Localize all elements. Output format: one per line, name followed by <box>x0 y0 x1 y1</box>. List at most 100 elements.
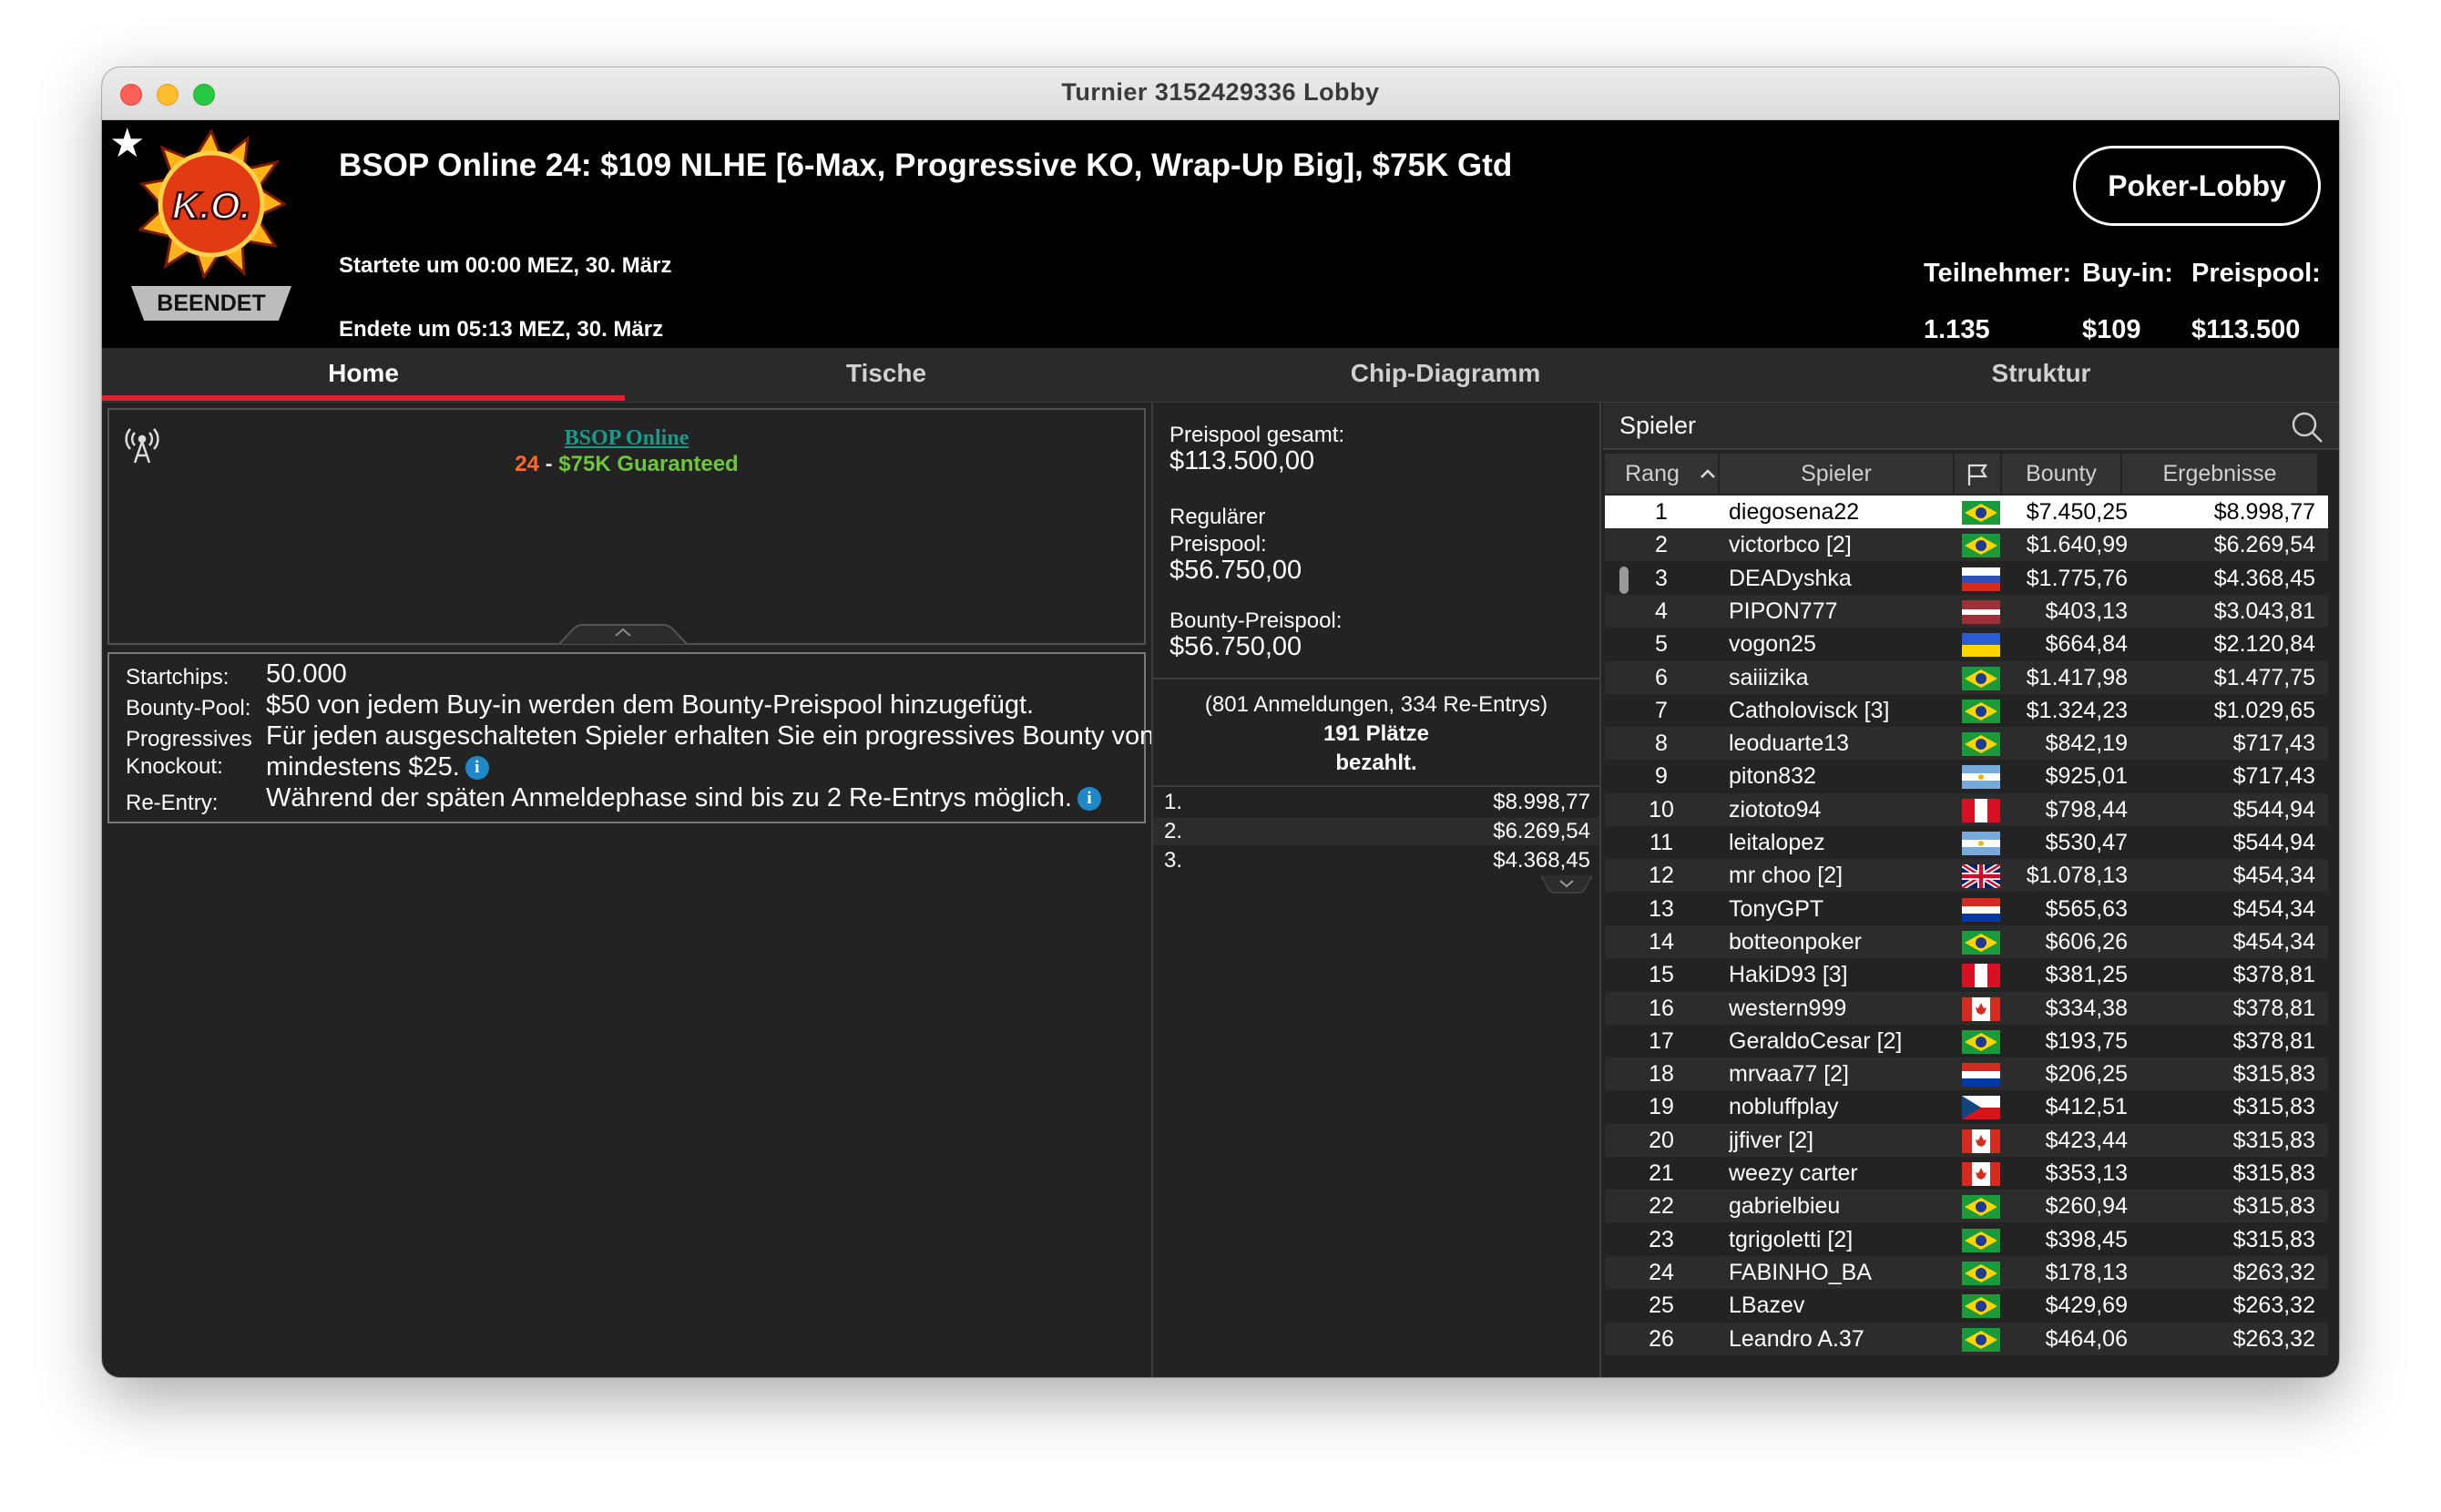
flag-column-header[interactable] <box>1955 454 2000 494</box>
promo-link[interactable]: BSOP Online <box>109 426 1144 451</box>
promo-panel: BSOP Online 24 - $75K Guaranteed <box>107 408 1146 645</box>
rank-cell: 14 <box>1649 928 1674 955</box>
table-row[interactable]: 22 gabrielbieu $260,94 $315,83 <box>1605 1190 2328 1223</box>
bounty-cell: $206,25 <box>2045 1061 2128 1088</box>
table-row[interactable]: 19 nobluffplay $412,51 $315,83 <box>1605 1090 2328 1123</box>
table-row[interactable]: 14 botteonpoker $606,26 $454,34 <box>1605 925 2328 958</box>
table-row[interactable]: 12 mr choo [2] $1.078,13 $454,34 <box>1605 859 2328 893</box>
table-row[interactable]: 8 leoduarte13 $842,19 $717,43 <box>1605 727 2328 761</box>
players-header: Spieler <box>1603 403 2339 450</box>
country-flag-icon <box>1962 897 2000 922</box>
regular-prizepool-value: $56.750,00 <box>1169 556 1302 585</box>
rank-cell: 6 <box>1655 664 1668 690</box>
tab-home[interactable]: Home <box>102 348 625 403</box>
buyin-value: $109 <box>2082 315 2141 344</box>
table-row[interactable]: 5 vogon25 $664,84 $2.120,84 <box>1605 628 2328 660</box>
bounty-cell: $398,45 <box>2045 1226 2128 1252</box>
bounty-column-header[interactable]: Bounty <box>2002 454 2120 494</box>
table-row[interactable]: 6 saiiizika $1.417,98 $1.477,75 <box>1605 660 2328 694</box>
table-row[interactable]: 18 mrvaa77 [2] $206,25 $315,83 <box>1605 1057 2328 1091</box>
title-bar: Turnier 3152429336 Lobby <box>102 67 2339 120</box>
table-row[interactable]: 10 ziototo94 $798,44 $544,94 <box>1605 792 2328 826</box>
rank-cell: 5 <box>1655 631 1668 658</box>
table-row[interactable]: 2 victorbco [2] $1.640,99 $6.269,54 <box>1605 528 2328 562</box>
payout-place: 2. <box>1164 819 1183 843</box>
entries-line-3: bezahlt. <box>1335 751 1417 775</box>
promo-guarantee: 24 - $75K Guaranteed <box>109 452 1144 477</box>
bounty-pool-value: $50 von jedem Buy-in werden dem Bounty-P… <box>266 690 1035 720</box>
table-row[interactable]: 26 Leandro A.37 $464,06 $263,32 <box>1605 1322 2328 1355</box>
rank-column-header[interactable]: Rang <box>1605 454 1718 494</box>
bounty-cell: $429,69 <box>2045 1292 2128 1319</box>
result-cell: $3.043,81 <box>2213 598 2315 624</box>
total-prizepool-value: $113.500,00 <box>1169 446 1315 475</box>
bounty-cell: $664,84 <box>2045 631 2128 658</box>
collapse-handle[interactable] <box>559 623 687 645</box>
player-name-cell: piton832 <box>1729 763 1816 790</box>
result-cell: $717,43 <box>2232 763 2315 790</box>
bounty-cell: $334,38 <box>2045 995 2128 1021</box>
rank-cell: 21 <box>1649 1160 1674 1186</box>
rank-cell: 13 <box>1649 895 1674 922</box>
rank-cell: 26 <box>1649 1325 1674 1352</box>
country-flag-icon <box>1962 1294 2000 1319</box>
pko-info-icon[interactable]: i <box>465 756 489 781</box>
result-cell: $315,83 <box>2232 1193 2315 1220</box>
bounty-prizepool-value: $56.750,00 <box>1169 632 1302 661</box>
tab-structure[interactable]: Struktur <box>1743 348 2339 403</box>
player-name-cell: LBazev <box>1729 1292 1805 1319</box>
tab-tables[interactable]: Tische <box>625 348 1148 403</box>
reentry-info-icon[interactable]: i <box>1077 787 1101 812</box>
table-row[interactable]: 27 mastermind786 [2] $317,19 $263,32 <box>1605 1355 2328 1361</box>
table-row[interactable]: 16 western999 $334,38 $378,81 <box>1605 991 2328 1025</box>
rank-cell: 2 <box>1655 532 1668 558</box>
promo-number: 24 <box>515 452 539 476</box>
player-column-header[interactable]: Spieler <box>1720 454 1953 494</box>
player-name-cell: nobluffplay <box>1729 1094 1839 1120</box>
result-cell: $263,32 <box>2142 1355 2315 1361</box>
result-cell: $2.120,84 <box>2213 631 2315 658</box>
promo-guarantee-text: $75K Guaranteed <box>558 452 739 476</box>
players-scrollbar[interactable] <box>1619 567 1629 594</box>
poker-lobby-button[interactable]: Poker-Lobby <box>2073 146 2321 226</box>
rank-cell: 12 <box>1649 863 1674 889</box>
result-cell: $4.368,45 <box>2213 565 2315 591</box>
tab-chip-chart[interactable]: Chip-Diagramm <box>1148 348 1743 403</box>
rank-cell: 18 <box>1649 1061 1674 1088</box>
table-row[interactable]: 7 Catholovisck [3] $1.324,23 $1.029,65 <box>1605 694 2328 727</box>
table-row[interactable]: 21 weezy carter $353,13 $315,83 <box>1605 1157 2328 1190</box>
result-column-header[interactable]: Ergebnisse <box>2122 454 2317 494</box>
prizepool-panel: Preispool gesamt: $113.500,00 Regulärer … <box>1151 403 1601 1377</box>
player-name-cell: diegosena22 <box>1729 499 1860 525</box>
table-row[interactable]: 20 jjfiver [2] $423,44 $315,83 <box>1605 1123 2328 1157</box>
bounty-cell: $1.417,98 <box>2026 664 2128 690</box>
search-icon[interactable] <box>2290 410 2324 444</box>
table-row[interactable]: 15 HakiD93 [3] $381,25 $378,81 <box>1605 958 2328 991</box>
table-row[interactable]: 17 GeraldoCesar [2] $193,75 $378,81 <box>1605 1025 2328 1057</box>
result-cell: $454,34 <box>2232 863 2315 889</box>
reentry-label: Re-Entry: <box>126 791 219 815</box>
table-row[interactable]: 24 FABINHO_BA $178,13 $263,32 <box>1605 1255 2328 1289</box>
bounty-cell: $925,01 <box>2045 763 2128 790</box>
player-name-cell: Leandro A.37 <box>1729 1325 1864 1352</box>
expand-payouts-icon[interactable] <box>1541 874 1592 894</box>
payout-amount: $6.269,54 <box>1493 819 1590 843</box>
bounty-cell: $1.078,13 <box>2026 863 2128 889</box>
country-flag-icon <box>1962 1096 2000 1120</box>
table-row[interactable]: 25 LBazev $429,69 $263,32 <box>1605 1289 2328 1322</box>
bounty-cell: $7.450,25 <box>2026 499 2128 525</box>
table-row[interactable]: 23 tgrigoletti [2] $398,45 $315,83 <box>1605 1223 2328 1256</box>
result-cell: $263,32 <box>2232 1259 2315 1285</box>
rank-header-label: Rang <box>1625 461 1680 486</box>
table-row[interactable]: 13 TonyGPT $565,63 $454,34 <box>1605 893 2328 925</box>
table-row[interactable]: 4 PIPON777 $403,13 $3.043,81 <box>1605 594 2328 628</box>
player-name-cell: FABINHO_BA <box>1729 1259 1872 1285</box>
table-row[interactable]: 3 DEADyshka $1.775,76 $4.368,45 <box>1605 562 2328 595</box>
table-row[interactable]: 11 leitalopez $530,47 $544,94 <box>1605 826 2328 859</box>
rank-cell: 11 <box>1649 830 1673 855</box>
bounty-cell: $1.324,23 <box>2026 697 2128 723</box>
prizepool-value: $113.500 <box>2191 315 2301 344</box>
table-row[interactable]: 9 piton832 $925,01 $717,43 <box>1605 760 2328 792</box>
table-row[interactable]: 1 diegosena22 $7.450,25 $8.998,77 <box>1605 495 2328 528</box>
pko-value-line2: mindestens $25. <box>266 752 460 782</box>
